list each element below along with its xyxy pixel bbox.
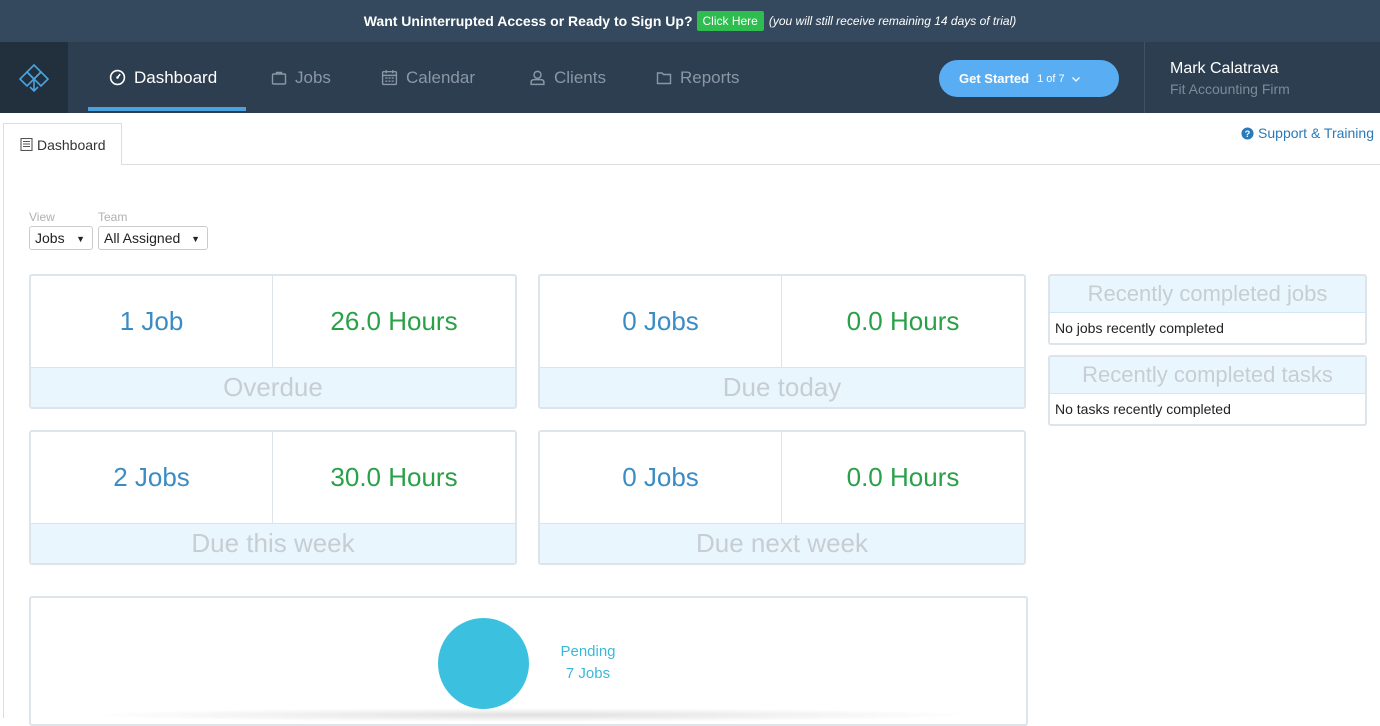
trial-message: Want Uninterrupted Access or Ready to Si…: [363, 13, 693, 29]
recent-jobs-panel: Recently completed jobs No jobs recently…: [1048, 274, 1367, 345]
support-training-link[interactable]: ? Support & Training: [1241, 125, 1374, 141]
trial-banner: Want Uninterrupted Access or Ready to Si…: [0, 0, 1380, 42]
firm-name: Fit Accounting Firm: [1170, 81, 1290, 97]
nav-calendar-label: Calendar: [406, 67, 475, 87]
overdue-jobs-count[interactable]: 1 Job: [31, 276, 273, 367]
view-select-value: Jobs: [35, 230, 65, 246]
calendar-icon: [381, 69, 398, 86]
get-started-label: Get Started: [959, 71, 1030, 86]
view-select[interactable]: Jobs ▼: [29, 226, 93, 250]
team-select-value: All Assigned: [104, 230, 181, 246]
page-shadow: [80, 708, 980, 722]
due-this-week-hours[interactable]: 30.0 Hours: [273, 432, 515, 523]
due-next-week-hours[interactable]: 0.0 Hours: [782, 432, 1024, 523]
nav-jobs[interactable]: Jobs: [271, 42, 331, 113]
dropdown-arrow-icon: ▼: [76, 234, 85, 244]
get-started-button[interactable]: Get Started 1 of 7: [939, 60, 1119, 97]
due-next-week-card[interactable]: 0 Jobs 0.0 Hours Due next week: [538, 430, 1026, 565]
logo-icon: [18, 63, 50, 92]
get-started-step: 1 of 7: [1037, 72, 1065, 85]
content-border: [3, 164, 4, 718]
due-today-jobs-count[interactable]: 0 Jobs: [540, 276, 782, 367]
nav-clients-label: Clients: [554, 67, 606, 87]
view-filter-label: View: [29, 210, 55, 224]
due-next-week-jobs-count[interactable]: 0 Jobs: [540, 432, 782, 523]
team-select[interactable]: All Assigned ▼: [98, 226, 208, 250]
svg-text:?: ?: [1245, 128, 1251, 138]
main-nav: Dashboard Jobs Calendar Clients Reports …: [0, 42, 1380, 113]
user-name[interactable]: Mark Calatrava: [1170, 60, 1278, 78]
due-today-hours[interactable]: 0.0 Hours: [782, 276, 1024, 367]
overdue-hours[interactable]: 26.0 Hours: [273, 276, 515, 367]
tab-dashboard-label: Dashboard: [37, 136, 106, 153]
list-document-icon: [20, 138, 33, 151]
nav-divider: [1144, 42, 1145, 113]
click-here-button[interactable]: Click Here: [696, 11, 764, 31]
due-today-label: Due today: [540, 367, 1024, 407]
due-this-week-card[interactable]: 2 Jobs 30.0 Hours Due this week: [29, 430, 517, 565]
chevron-down-icon: [1071, 74, 1081, 84]
folder-icon: [656, 70, 672, 86]
recent-tasks-title: Recently completed tasks: [1050, 357, 1365, 394]
support-training-label: Support & Training: [1258, 125, 1374, 141]
recent-tasks-empty: No tasks recently completed: [1055, 401, 1231, 417]
recent-tasks-panel: Recently completed tasks No tasks recent…: [1048, 355, 1367, 426]
trial-note: (you will still receive remaining 14 day…: [768, 14, 1017, 28]
nav-dashboard[interactable]: Dashboard: [109, 42, 217, 113]
nav-reports-label: Reports: [680, 67, 740, 87]
nav-dashboard-label: Dashboard: [134, 67, 218, 87]
active-nav-indicator: [88, 107, 246, 111]
recent-jobs-title: Recently completed jobs: [1050, 276, 1365, 313]
user-icon: [529, 69, 546, 86]
recent-jobs-empty: No jobs recently completed: [1055, 320, 1224, 336]
overdue-card[interactable]: 1 Job 26.0 Hours Overdue: [29, 274, 517, 409]
pending-pie-slice[interactable]: [438, 618, 529, 709]
tab-divider: [122, 164, 1380, 165]
nav-jobs-label: Jobs: [295, 67, 331, 87]
pending-legend-label[interactable]: Pending: [558, 643, 618, 660]
pending-legend-count[interactable]: 7 Jobs: [558, 665, 618, 682]
due-today-card[interactable]: 0 Jobs 0.0 Hours Due today: [538, 274, 1026, 409]
overdue-label: Overdue: [31, 367, 515, 407]
due-this-week-label: Due this week: [31, 523, 515, 563]
nav-clients[interactable]: Clients: [529, 42, 606, 113]
team-filter-label: Team: [98, 210, 128, 224]
tab-dashboard[interactable]: Dashboard: [3, 123, 122, 165]
due-next-week-label: Due next week: [540, 523, 1024, 563]
due-this-week-jobs-count[interactable]: 2 Jobs: [31, 432, 273, 523]
nav-reports[interactable]: Reports: [656, 42, 740, 113]
app-logo[interactable]: [0, 42, 68, 113]
briefcase-icon: [271, 70, 287, 86]
question-circle-icon: ?: [1241, 126, 1254, 140]
dropdown-arrow-icon: ▼: [191, 234, 200, 244]
nav-calendar[interactable]: Calendar: [381, 42, 475, 113]
dashboard-gauge-icon: [109, 69, 126, 86]
